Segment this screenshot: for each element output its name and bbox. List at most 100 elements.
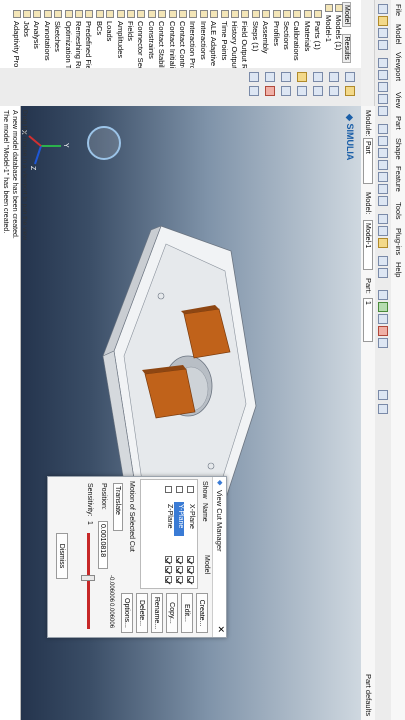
datum-point-icon[interactable] bbox=[297, 86, 307, 96]
partition-icon[interactable] bbox=[281, 72, 291, 82]
model-checkbox[interactable] bbox=[176, 576, 183, 583]
module-select[interactable]: Part bbox=[363, 138, 373, 184]
close-icon[interactable]: ✕ bbox=[215, 625, 226, 633]
tree-item[interactable]: Parts (1) bbox=[313, 10, 323, 50]
tree-item[interactable]: Models (1) bbox=[334, 4, 343, 50]
show-checkbox[interactable] bbox=[165, 486, 172, 493]
menu-model[interactable]: Model bbox=[394, 24, 403, 44]
menu-file[interactable]: File bbox=[394, 4, 403, 16]
help-icon[interactable] bbox=[378, 404, 388, 414]
tree-item[interactable]: Predefined Fiel bbox=[84, 10, 94, 69]
tree-item[interactable]: Sections bbox=[282, 10, 291, 50]
iso-view-icon[interactable] bbox=[378, 124, 388, 134]
show-all-icon[interactable] bbox=[378, 338, 388, 348]
shell-icon[interactable] bbox=[329, 86, 339, 96]
model-checkbox[interactable] bbox=[165, 556, 172, 563]
tree-item[interactable]: Loads bbox=[105, 10, 115, 41]
edit-button[interactable]: Edit... bbox=[181, 593, 193, 633]
view-cut-icon[interactable] bbox=[378, 268, 388, 278]
part-manager-icon[interactable] bbox=[345, 86, 355, 96]
tree-item[interactable]: Contact Control bbox=[178, 10, 187, 69]
create-part-icon[interactable] bbox=[345, 72, 355, 82]
tree-item[interactable]: Sketches bbox=[53, 10, 63, 52]
tree-item[interactable]: Assembly bbox=[261, 10, 271, 54]
model-checkbox[interactable] bbox=[165, 576, 172, 583]
repair-icon[interactable] bbox=[265, 72, 275, 82]
tree-item[interactable]: Fields bbox=[126, 10, 135, 41]
menu-feature[interactable]: Feature bbox=[394, 166, 403, 192]
cut-row-x-plane[interactable]: X-Plane bbox=[185, 480, 195, 586]
menu-view[interactable]: View bbox=[394, 92, 403, 108]
query-icon[interactable] bbox=[378, 256, 388, 266]
hidden-line-icon[interactable] bbox=[378, 226, 388, 236]
menu-plugins[interactable]: Plug-ins bbox=[394, 228, 403, 255]
sketch-icon[interactable] bbox=[249, 72, 259, 82]
tree-item[interactable]: Contact Stabiliz bbox=[157, 10, 167, 69]
model-checkbox[interactable] bbox=[187, 576, 194, 583]
model-checkbox[interactable] bbox=[187, 556, 194, 563]
right-view-icon[interactable] bbox=[378, 196, 388, 206]
tree-item[interactable]: Interaction Prop bbox=[188, 10, 198, 69]
part-defaults-label[interactable]: Part defaults bbox=[364, 674, 373, 716]
bottom-view-icon[interactable] bbox=[378, 172, 388, 182]
wire-icon[interactable] bbox=[313, 72, 323, 82]
wireframe-icon[interactable] bbox=[378, 214, 388, 224]
tree-item[interactable]: Amplitudes bbox=[116, 10, 125, 58]
cut-extrude-icon[interactable] bbox=[313, 86, 323, 96]
back-view-icon[interactable] bbox=[378, 148, 388, 158]
model-select[interactable]: Model-1 bbox=[363, 220, 373, 270]
tree-item[interactable]: Adaptivity Pro bbox=[12, 10, 21, 67]
tree-item[interactable]: Calibrations bbox=[292, 10, 302, 61]
create-button[interactable]: Create... bbox=[196, 593, 208, 633]
menu-viewport[interactable]: Viewport bbox=[394, 52, 403, 81]
tree-item[interactable]: Field Output Req bbox=[240, 10, 250, 69]
tree-item[interactable]: Time Points bbox=[220, 10, 229, 60]
tree-item[interactable]: ALE Adaptive Me bbox=[209, 10, 219, 69]
tree-item[interactable]: Annotations bbox=[43, 10, 52, 61]
model-checkbox[interactable] bbox=[165, 566, 172, 573]
tree-item[interactable]: Model-1 bbox=[324, 4, 333, 42]
top-view-icon[interactable] bbox=[378, 160, 388, 170]
tooltip-icon[interactable] bbox=[378, 390, 388, 400]
model-checkbox[interactable] bbox=[187, 566, 194, 573]
tree-item[interactable]: Optimization T bbox=[64, 10, 73, 69]
tree-item[interactable]: Profiles bbox=[272, 10, 281, 46]
tree-item[interactable]: Connector Sect bbox=[136, 10, 146, 69]
zoom-icon[interactable] bbox=[378, 82, 388, 92]
print-icon[interactable] bbox=[378, 40, 388, 50]
view-cube-icon[interactable] bbox=[87, 126, 121, 160]
position-slider-handle[interactable] bbox=[81, 575, 95, 581]
show-checkbox[interactable] bbox=[176, 486, 183, 493]
tree-item[interactable]: History Output Re bbox=[230, 10, 239, 69]
dismiss-button[interactable]: Dismiss bbox=[56, 533, 68, 579]
rename-button[interactable]: Rename... bbox=[151, 593, 163, 633]
save-icon[interactable] bbox=[378, 28, 388, 38]
round-icon[interactable] bbox=[297, 72, 307, 82]
fit-view-icon[interactable] bbox=[378, 106, 388, 116]
replace-icon[interactable] bbox=[378, 326, 388, 336]
tree-item[interactable]: Materials bbox=[303, 10, 312, 51]
rotate-icon[interactable] bbox=[378, 70, 388, 80]
menu-part[interactable]: Part bbox=[394, 116, 403, 130]
pan-icon[interactable] bbox=[378, 58, 388, 68]
menu-shape[interactable]: Shape bbox=[394, 138, 403, 160]
open-icon[interactable] bbox=[378, 16, 388, 26]
position-slider-track[interactable] bbox=[87, 533, 90, 629]
model-checkbox[interactable] bbox=[176, 556, 183, 563]
reference-point-icon[interactable] bbox=[281, 86, 291, 96]
part-select[interactable]: 1 bbox=[363, 298, 373, 342]
delete-button[interactable]: Delete... bbox=[136, 593, 148, 633]
menu-tools[interactable]: Tools bbox=[394, 202, 403, 220]
menu-help[interactable]: Help bbox=[394, 262, 403, 277]
color-code-icon[interactable] bbox=[378, 290, 388, 300]
copy-button[interactable]: Copy... bbox=[166, 593, 178, 633]
query-tool-icon[interactable] bbox=[249, 86, 259, 96]
tree-item[interactable]: Analysis bbox=[32, 10, 42, 49]
shaded-icon[interactable] bbox=[378, 238, 388, 248]
delete-feature-icon[interactable] bbox=[265, 86, 275, 96]
front-view-icon[interactable] bbox=[378, 136, 388, 146]
position-field[interactable]: 0.0010818 bbox=[98, 521, 108, 569]
cut-row-z-plane[interactable]: Z-Plane bbox=[163, 480, 173, 586]
remove-icon[interactable] bbox=[378, 314, 388, 324]
show-checkbox[interactable] bbox=[187, 486, 194, 493]
